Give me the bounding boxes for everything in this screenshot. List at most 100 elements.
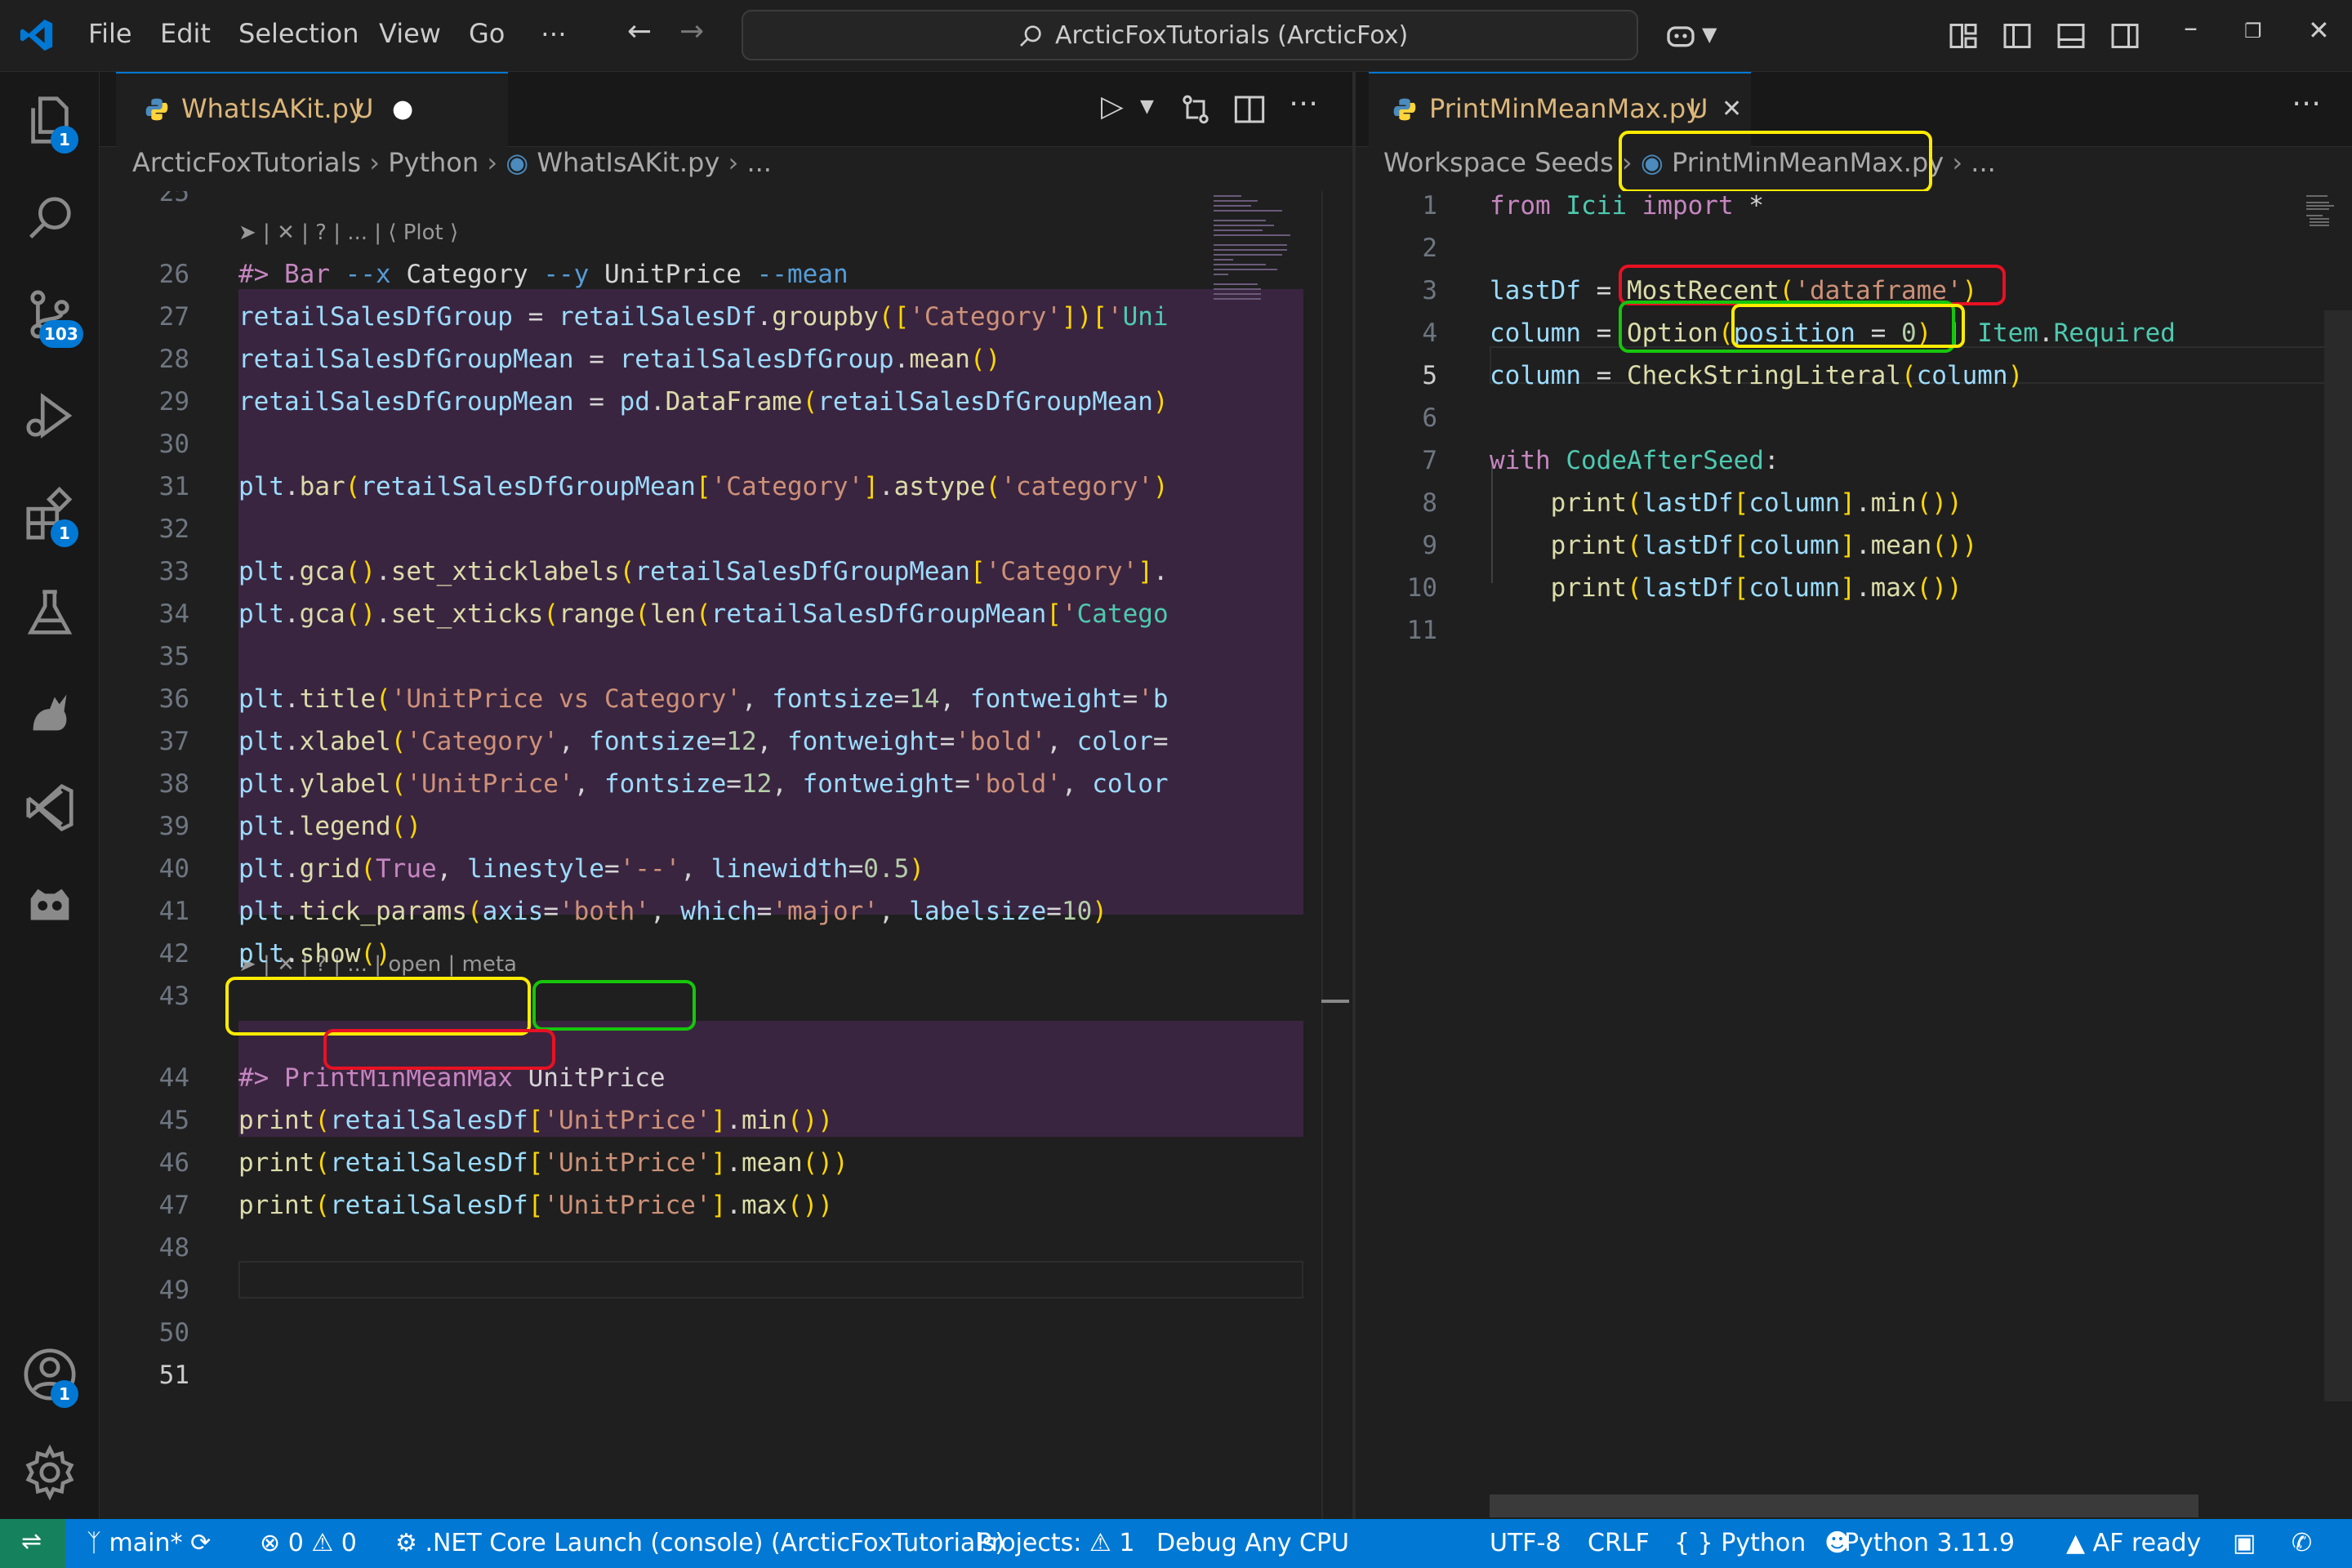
extensions-icon[interactable]: 1 — [21, 485, 78, 547]
code-line[interactable]: 2 — [1356, 229, 2352, 268]
settings-gear-icon[interactable] — [21, 1444, 78, 1501]
chevron-down-icon[interactable]: ▼ — [1702, 23, 1717, 46]
code-line[interactable]: 37 plt.xlabel('Category', fontsize=12, fo… — [100, 722, 1352, 761]
right-code-editor[interactable]: 1 from Icii import * 2 3 lastDf = MostRecent… — [1356, 191, 2352, 1519]
menu-more[interactable]: ⋯ — [541, 18, 567, 49]
code-line[interactable]: 8 print(lastDf[column].min()) — [1356, 483, 2352, 523]
code-line[interactable]: 10 print(lastDf[column].max()) — [1356, 568, 2352, 608]
left-code-editor[interactable]: ➤ | ✕ | ? | ... | ⟨ Plot ⟩ ➤ | ✕ | ? | .… — [100, 191, 1352, 1519]
code-line[interactable]: 26 #> Bar --x Category --y UnitPrice --me… — [100, 255, 1352, 294]
code-line[interactable]: 36 plt.title('UnitPrice vs Category', fon… — [100, 679, 1352, 719]
code-line[interactable]: 48 — [100, 1228, 1352, 1267]
toggle-primary-sidebar-icon[interactable] — [2002, 21, 2032, 51]
code-line[interactable]: 28 retailSalesDfGroupMean = retailSalesDf… — [100, 340, 1352, 379]
code-line[interactable]: 30 — [100, 425, 1352, 464]
forward-arrow-icon[interactable]: → — [679, 15, 704, 48]
toggle-panel-icon[interactable] — [2056, 21, 2086, 51]
launch-configuration[interactable]: ⚙ .NET Core Launch (console) (ArcticFoxT… — [395, 1529, 1004, 1557]
menu-file[interactable]: File — [88, 18, 132, 49]
code-line[interactable]: 33 plt.gca().set_xticklabels(retailSalesD… — [100, 552, 1352, 591]
breadcrumb-item[interactable]: ... — [746, 147, 772, 178]
customize-layout-icon[interactable] — [1949, 21, 1978, 51]
code-line[interactable]: 3 lastDf = MostRecent('dataframe') — [1356, 271, 2352, 310]
source-control-icon[interactable]: 103 — [21, 286, 83, 348]
toggle-secondary-sidebar-icon[interactable] — [2110, 21, 2140, 51]
menu-view[interactable]: View — [379, 18, 441, 49]
af-status[interactable]: ▲ AF ready — [2066, 1529, 2201, 1557]
code-line[interactable]: 4 column = Option(position = 0) | Item.Re… — [1356, 314, 2352, 353]
language-mode[interactable]: { } Python — [1674, 1529, 1806, 1557]
right-minimap[interactable] — [2238, 191, 2336, 240]
code-line[interactable]: 27 retailSalesDfGroup = retailSalesDf.gro… — [100, 297, 1352, 336]
minimize-icon[interactable]: – — [2184, 11, 2198, 44]
copilot-icon[interactable] — [1664, 20, 1697, 52]
code-line[interactable]: 29 retailSalesDfGroupMean = pd.DataFrame(… — [100, 382, 1352, 421]
code-line[interactable]: 11 — [1356, 611, 2352, 650]
code-line[interactable]: 43 — [100, 977, 1352, 1016]
search-view-icon[interactable] — [21, 189, 78, 247]
more-actions-icon[interactable]: ⋯ — [2292, 87, 2321, 120]
split-editor-icon[interactable] — [1233, 93, 1266, 126]
notifications-bell-icon[interactable]: ✆ — [2292, 1529, 2312, 1557]
code-line[interactable]: 38 plt.ylabel('UnitPrice', fontsize=12, f… — [100, 764, 1352, 804]
command-center-search[interactable]: ArcticFoxTutorials (ArcticFox) — [742, 10, 1638, 60]
code-line[interactable]: 34 plt.gca().set_xticks(range(len(retailS… — [100, 595, 1352, 634]
run-dropdown-chevron-icon[interactable]: ▼ — [1140, 96, 1154, 117]
code-line[interactable]: 42 plt.show() — [100, 934, 1352, 973]
code-line[interactable]: 35 — [100, 637, 1352, 676]
code-line[interactable]: 25 — [100, 191, 1352, 212]
unsaved-dot-icon[interactable]: ● — [392, 95, 413, 123]
tab-printminmeanmax[interactable]: PrintMinMeanMax.py U ✕ — [1369, 72, 1751, 147]
vscode-logo-icon[interactable] — [18, 16, 56, 54]
accounts-icon[interactable]: 1 — [21, 1346, 78, 1408]
godot-robot-icon[interactable] — [21, 877, 78, 934]
code-line[interactable]: 40 plt.grid(True, linestyle='--', linewid… — [100, 849, 1352, 889]
close-window-icon[interactable]: ✕ — [2308, 15, 2330, 46]
visual-studio-icon[interactable] — [21, 779, 78, 836]
back-arrow-icon[interactable]: ← — [627, 15, 652, 48]
remote-indicator[interactable]: ⇌ — [0, 1519, 65, 1568]
debug-configuration[interactable]: Debug Any CPU — [1156, 1529, 1349, 1557]
encoding-status[interactable]: UTF-8 — [1490, 1529, 1561, 1557]
right-horizontal-scrollbar[interactable] — [1490, 1494, 2198, 1517]
tab-whatisakit[interactable]: WhatIsAKit.py U ● — [116, 72, 508, 147]
close-tab-icon[interactable]: ✕ — [1722, 95, 1742, 123]
left-scrollbar-track[interactable] — [1321, 191, 1323, 1519]
problems-indicator[interactable]: ⊗ 0 ⚠ 0 — [260, 1529, 357, 1557]
explorer-icon[interactable]: 1 — [21, 91, 78, 154]
breadcrumb-item[interactable]: ArcticFoxTutorials — [132, 147, 361, 178]
right-vertical-scrollbar[interactable] — [2324, 310, 2352, 1401]
code-line[interactable]: 6 — [1356, 399, 2352, 438]
code-line[interactable]: 9 print(lastDf[column].mean()) — [1356, 526, 2352, 565]
run-file-icon[interactable]: ▷ — [1101, 90, 1124, 123]
breadcrumb-item[interactable]: Python — [388, 147, 479, 178]
code-line[interactable]: 5 column = CheckStringLiteral(column) — [1356, 356, 2352, 395]
code-line[interactable]: 51 — [100, 1356, 1352, 1395]
breadcrumb-item[interactable]: Workspace Seeds — [1383, 147, 1614, 178]
restore-icon[interactable]: ❐ — [2244, 20, 2262, 42]
menu-selection[interactable]: Selection — [238, 18, 359, 49]
code-line[interactable]: 46 print(retailSalesDf['UnitPrice'].mean(… — [100, 1143, 1352, 1183]
code-line[interactable]: 47 print(retailSalesDf['UnitPrice'].max()… — [100, 1186, 1352, 1225]
code-line[interactable]: 50 — [100, 1313, 1352, 1352]
code-line[interactable]: 7 with CodeAfterSeed: — [1356, 441, 2352, 480]
code-line[interactable]: 32 — [100, 510, 1352, 549]
menu-edit[interactable]: Edit — [160, 18, 211, 49]
open-changes-icon[interactable] — [1179, 93, 1212, 126]
run-debug-icon[interactable] — [21, 387, 78, 444]
code-line[interactable]: 44 #> PrintMinMeanMax UnitPrice — [100, 1058, 1352, 1098]
code-line[interactable]: 1 from Icii import * — [1356, 191, 2352, 225]
testing-flask-icon[interactable] — [21, 585, 78, 642]
menu-go[interactable]: Go — [469, 18, 505, 49]
plot-codelens[interactable]: ➤ | ✕ | ? | ... | ⟨ Plot ⟩ — [238, 220, 458, 245]
code-line[interactable]: 39 plt.legend() — [100, 807, 1352, 846]
copilot-chat-icon[interactable]: ▣ — [2233, 1529, 2256, 1557]
code-line[interactable]: 45 print(retailSalesDf['UnitPrice'].min()… — [100, 1101, 1352, 1140]
projects-status[interactable]: Projects: ⚠ 1 — [977, 1529, 1134, 1557]
code-line[interactable]: 49 — [100, 1271, 1352, 1310]
arctic-fox-icon[interactable] — [21, 683, 78, 740]
code-line[interactable]: 31 plt.bar(retailSalesDfGroupMean['Catego… — [100, 467, 1352, 506]
python-interpreter[interactable]: Python 3.11.9 — [1844, 1529, 2015, 1557]
git-branch[interactable]: ᛉ main* ⟳ — [87, 1529, 211, 1557]
left-minimap[interactable] — [1209, 191, 1307, 354]
